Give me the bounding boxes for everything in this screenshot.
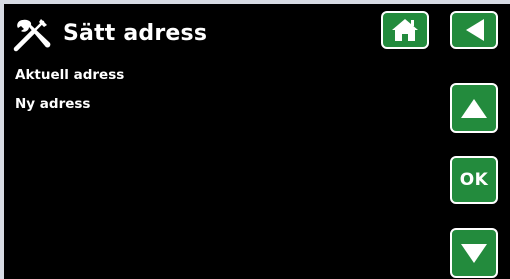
ok-button-label: OK [459, 170, 489, 190]
home-button[interactable] [381, 11, 429, 49]
ok-button[interactable]: OK [450, 156, 498, 204]
tools-icon [13, 16, 53, 54]
page-title: Sätt adress [63, 21, 208, 46]
new-address-label: Ny adress [15, 96, 91, 112]
back-button[interactable] [450, 11, 498, 49]
device-frame: Sätt adress Aktuell adress Ny adress OK [0, 0, 510, 279]
up-arrow-icon [459, 95, 489, 121]
down-arrow-icon [459, 240, 489, 266]
back-arrow-icon [462, 17, 486, 43]
home-icon [390, 17, 420, 43]
up-button[interactable] [450, 83, 498, 133]
display-screen: Sätt adress Aktuell adress Ny adress OK [4, 4, 510, 279]
current-address-label: Aktuell adress [15, 67, 125, 83]
down-button[interactable] [450, 228, 498, 278]
